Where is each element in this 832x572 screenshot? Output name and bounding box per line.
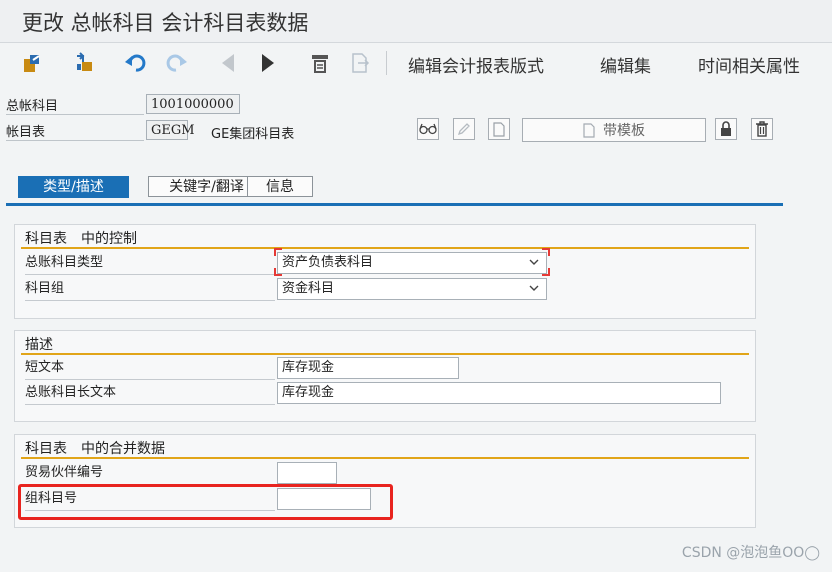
create-document-icon[interactable] [488, 118, 510, 140]
copy-icon[interactable] [70, 49, 98, 77]
edit-set-button[interactable]: 编辑集 [600, 52, 651, 77]
redo-icon[interactable] [162, 49, 190, 77]
document-icon[interactable] [346, 49, 374, 77]
description-group-title: 描述 [25, 337, 53, 353]
switch-icon[interactable] [18, 49, 46, 77]
toolbar: 编辑会计报表版式 编辑集 时间相关属性 [0, 43, 832, 83]
next-icon[interactable] [254, 49, 282, 77]
short-text-label: 短文本 [25, 357, 275, 380]
lock-icon[interactable] [715, 118, 737, 140]
account-group-row: 科目组 资金科目 [25, 278, 555, 301]
control-group-title: 科目表 中的控制 [25, 231, 137, 247]
tab-type-description[interactable]: 类型/描述 [18, 176, 129, 198]
chevron-down-icon [529, 285, 539, 291]
coa-label: 帐目表 [6, 121, 144, 141]
template-document-icon [583, 122, 595, 138]
account-type-select[interactable]: 资产负债表科目 [277, 252, 547, 274]
trading-partner-label: 贸易伙伴编号 [25, 462, 275, 485]
pencil-icon[interactable] [453, 118, 475, 140]
focus-corner [542, 248, 550, 256]
account-group-value: 资金科目 [282, 281, 335, 296]
gl-account-label: 总帐科目 [6, 95, 144, 115]
chevron-down-icon [529, 259, 539, 265]
description-group: 描述 短文本 库存现金 总账科目长文本 库存现金 [14, 330, 756, 422]
trash-icon[interactable] [751, 118, 773, 140]
trading-partner-row: 贸易伙伴编号 [25, 462, 365, 485]
long-text-label: 总账科目长文本 [25, 382, 275, 405]
edit-report-format-button[interactable]: 编辑会计报表版式 [408, 52, 544, 77]
short-text-input[interactable]: 库存现金 [277, 357, 459, 379]
tab-underline [6, 203, 783, 206]
toolbar-separator [386, 51, 387, 75]
account-type-label: 总账科目类型 [25, 252, 275, 275]
long-text-input[interactable]: 库存现金 [277, 382, 721, 404]
print-icon[interactable] [306, 49, 334, 77]
account-type-row: 总账科目类型 资产负债表科目 [25, 252, 555, 275]
glasses-icon[interactable] [417, 118, 439, 140]
undo-icon[interactable] [122, 49, 150, 77]
group-divider [21, 247, 749, 249]
focus-corner [274, 248, 282, 256]
window-title: 更改 总帐科目 会计科目表数据 [22, 11, 309, 35]
tab-information[interactable]: 信息 [247, 176, 313, 197]
time-dependent-attributes-button[interactable]: 时间相关属性 [698, 52, 800, 77]
trading-partner-input[interactable] [277, 462, 337, 484]
highlight-box [18, 484, 393, 520]
focus-corner [274, 268, 282, 276]
with-template-label: 带模板 [603, 123, 645, 139]
group-divider [21, 353, 749, 355]
control-group: 科目表 中的控制 总账科目类型 资产负债表科目 科目组 资金科目 [14, 224, 756, 319]
short-text-row: 短文本 库存现金 [25, 357, 735, 380]
consolidation-group-title: 科目表 中的合并数据 [25, 441, 165, 457]
account-type-value: 资产负债表科目 [282, 255, 374, 270]
watermark: CSDN @泡泡鱼OO◯ [681, 545, 820, 561]
title-bar: 更改 总帐科目 会计科目表数据 [0, 0, 832, 43]
previous-icon[interactable] [214, 49, 242, 77]
long-text-row: 总账科目长文本 库存现金 [25, 382, 735, 405]
account-group-label: 科目组 [25, 278, 275, 301]
focus-corner [542, 268, 550, 276]
coa-field[interactable]: GEGM [146, 120, 195, 140]
gl-account-field[interactable]: 1001000000 [146, 94, 240, 114]
group-divider [21, 457, 749, 459]
coa-name: GE集团科目表 [211, 127, 295, 142]
account-group-select[interactable]: 资金科目 [277, 278, 547, 300]
with-template-button[interactable]: 带模板 [522, 118, 706, 142]
